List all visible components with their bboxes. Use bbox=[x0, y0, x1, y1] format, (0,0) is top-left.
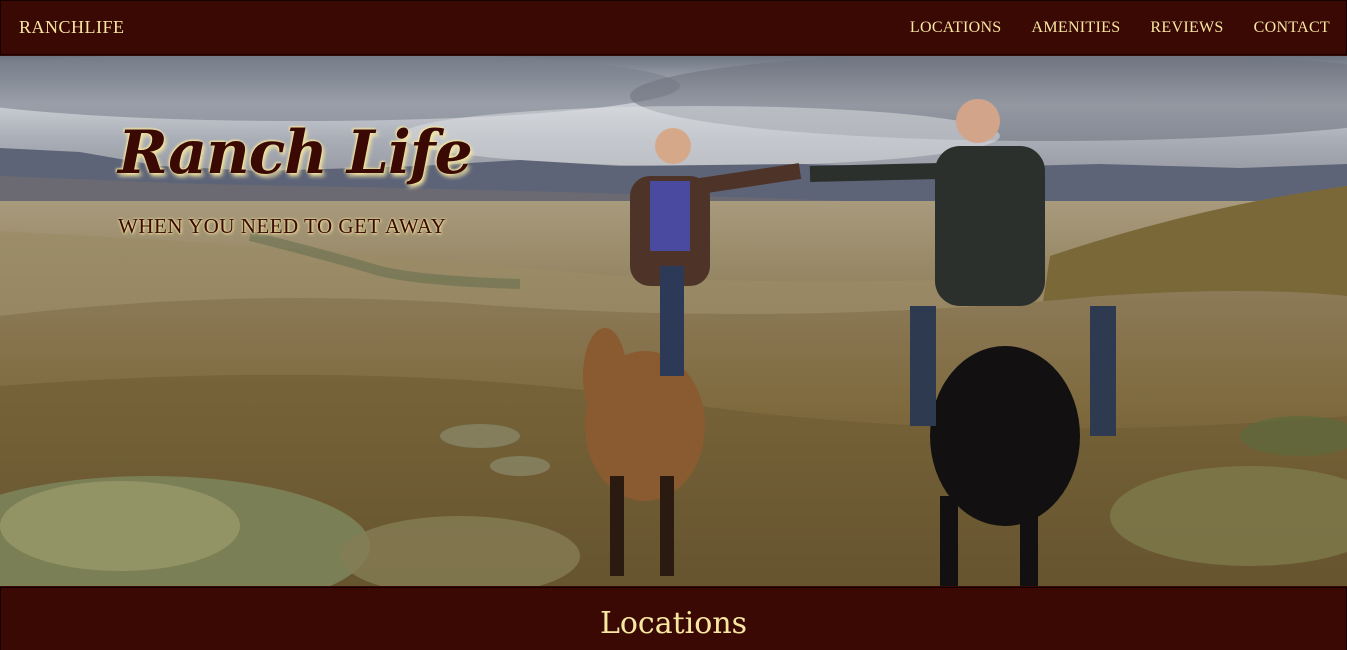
nav-links: LOCATIONS AMENITIES REVIEWS CONTACT bbox=[910, 19, 1330, 37]
nav-link-reviews[interactable]: REVIEWS bbox=[1150, 19, 1223, 37]
nav-link-locations[interactable]: LOCATIONS bbox=[910, 19, 1002, 37]
locations-section: Locations bbox=[0, 587, 1347, 650]
nav-link-contact[interactable]: CONTACT bbox=[1254, 19, 1330, 37]
top-navbar: RANCHLIFE LOCATIONS AMENITIES REVIEWS CO… bbox=[0, 0, 1347, 55]
nav-link-amenities[interactable]: AMENITIES bbox=[1032, 19, 1121, 37]
hero-banner: Ranch Life WHEN YOU NEED TO GET AWAY bbox=[0, 56, 1347, 586]
locations-heading: Locations bbox=[599, 606, 748, 641]
hero-title: Ranch Life bbox=[118, 118, 473, 188]
hero-subtitle: WHEN YOU NEED TO GET AWAY bbox=[118, 214, 447, 238]
brand-link[interactable]: RANCHLIFE bbox=[19, 17, 125, 38]
